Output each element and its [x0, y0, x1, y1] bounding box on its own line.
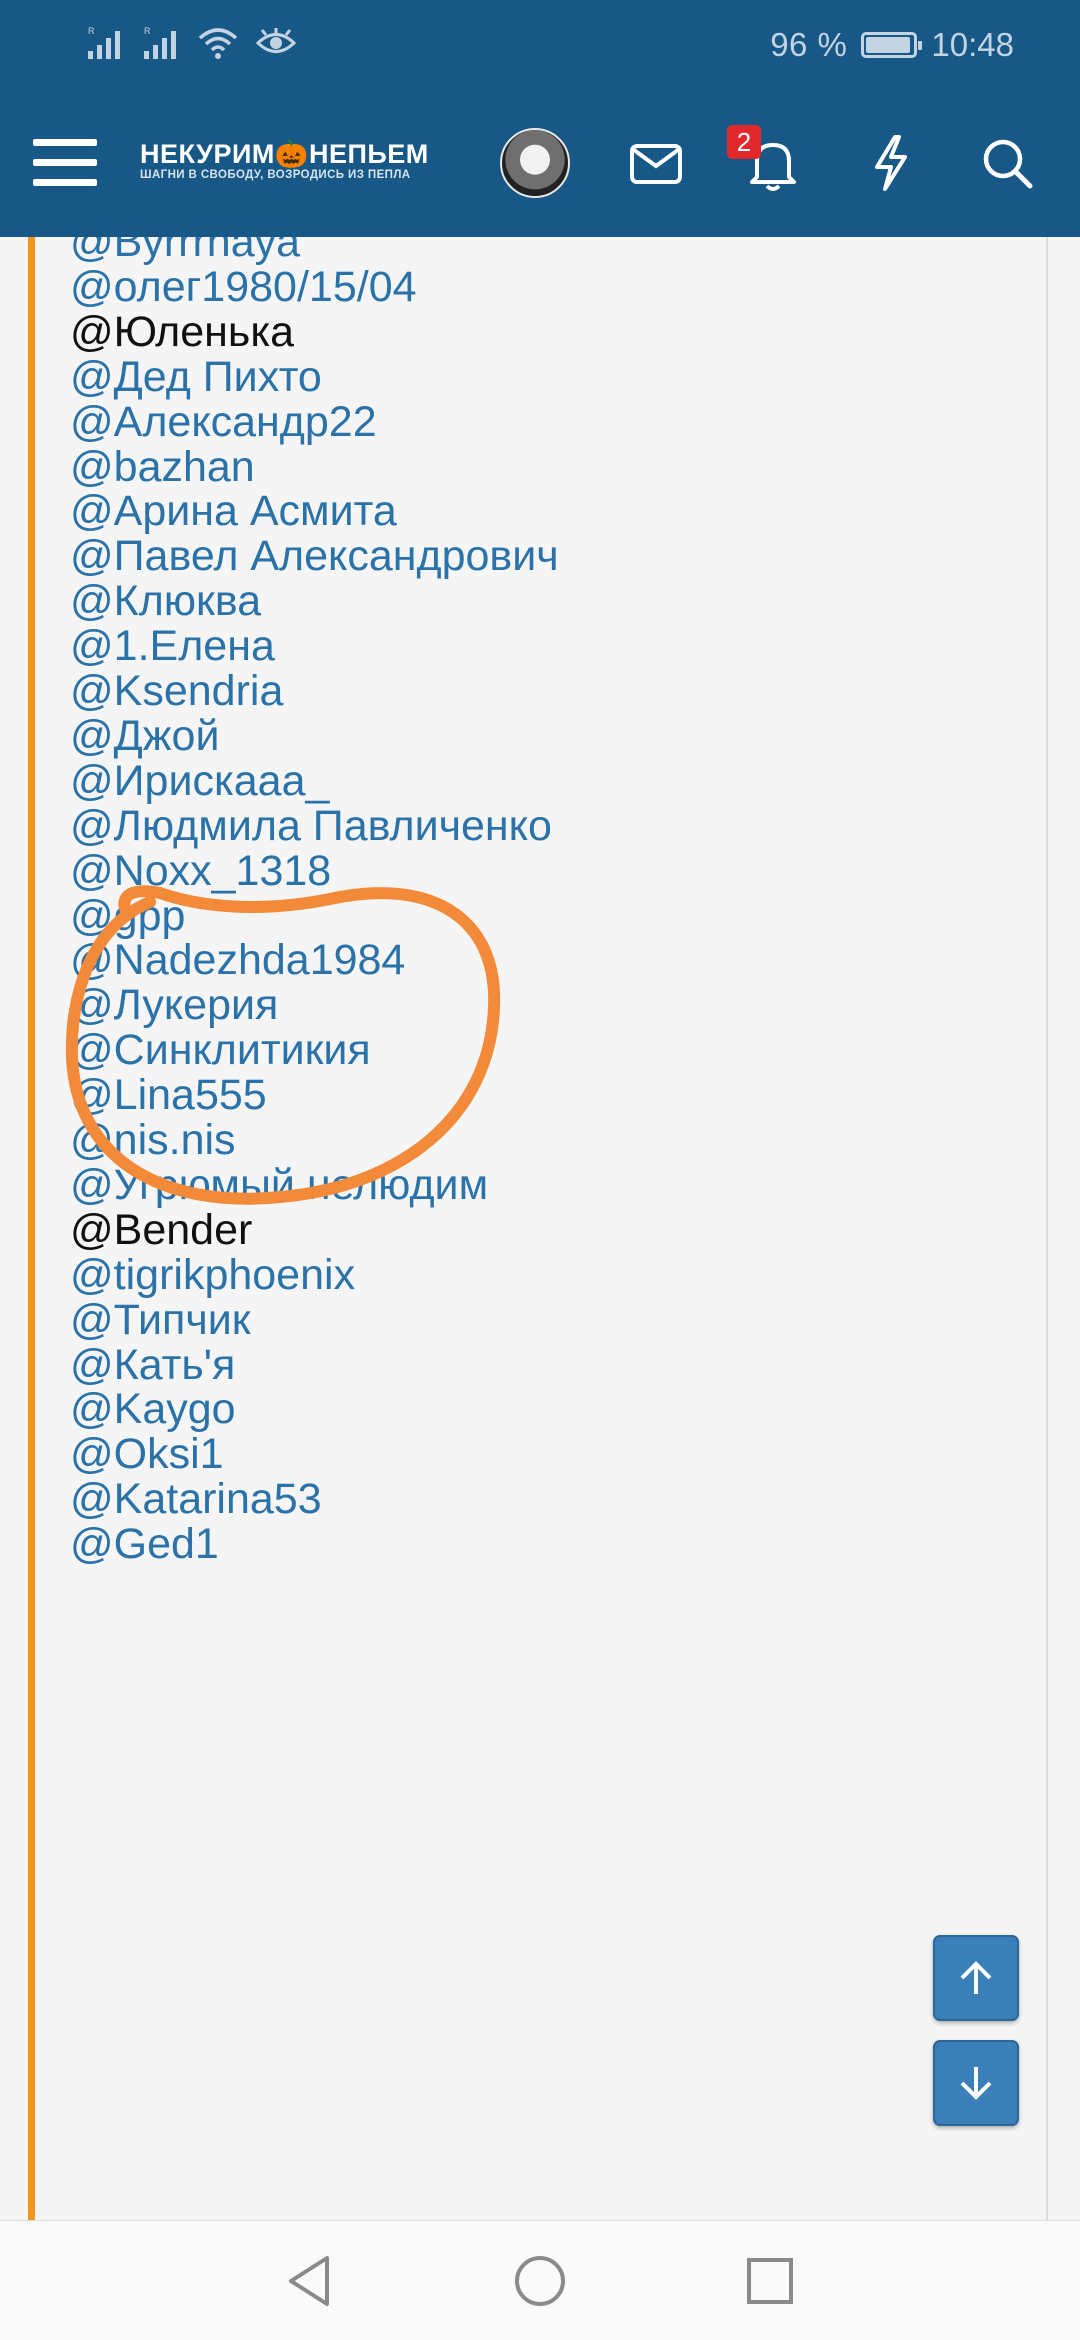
svg-text:R: R: [144, 26, 151, 36]
quote-bar: [28, 237, 35, 2220]
post-content: @Byrrrnaya @олег1980/15/04 @Юленька @Дед Пи…: [0, 237, 1080, 2220]
site-header: НЕКУРИМ🎃НЕПЬЕМ ШАГНИ В СВОБОДУ, ВОЗРОДИС…: [0, 90, 1080, 237]
search-icon: [983, 139, 1033, 189]
top-bar: R R 96 % 10:48 НЕКУРИМ🎃НЕПЬЕМ ШАГНИ В СВ…: [0, 0, 1080, 237]
content-border: [1046, 237, 1048, 2220]
logo-title: НЕКУРИМ🎃НЕПЬЕМ: [140, 139, 429, 169]
avatar[interactable]: [500, 128, 570, 198]
battery-percent: 96 %: [770, 26, 848, 63]
recents-button[interactable]: [740, 2251, 800, 2311]
eye-comfort-icon: [255, 27, 297, 63]
battery-fill: [866, 37, 911, 53]
bolt-icon: [875, 135, 907, 191]
wifi-icon: [198, 26, 238, 65]
inbox-button[interactable]: [620, 128, 692, 200]
logo-tagline: ШАГНИ В СВОБОДУ, ВОЗРОДИСЬ ИЗ ПЕПЛА: [140, 169, 411, 181]
system-navigation-bar: [0, 2220, 1080, 2340]
arrow-up-icon: [960, 1961, 992, 1994]
status-icons-left: R R: [86, 22, 297, 68]
status-bar: R R 96 % 10:48: [0, 0, 1080, 90]
mention-link[interactable]: @Ged1: [70, 1516, 219, 1572]
back-button[interactable]: [280, 2251, 340, 2311]
menu-button[interactable]: [30, 128, 100, 198]
signal-2-icon: R: [142, 25, 180, 66]
site-logo[interactable]: НЕКУРИМ🎃НЕПЬЕМ ШАГНИ В СВОБОДУ, ВОЗРОДИС…: [140, 140, 440, 190]
menu-icon: [33, 139, 97, 186]
scroll-to-top-button[interactable]: [933, 1935, 1019, 2021]
battery-icon: [861, 32, 923, 58]
recents-square-icon: [747, 2258, 793, 2304]
svg-text:R: R: [88, 26, 95, 36]
arrow-down-icon: [960, 2067, 992, 2100]
signal-1-icon: R: [86, 25, 124, 66]
mail-icon: [630, 144, 682, 184]
back-triangle-icon: [289, 2256, 329, 2306]
whats-new-button[interactable]: [856, 128, 926, 198]
notification-badge[interactable]: 2: [727, 125, 761, 159]
home-button[interactable]: [510, 2251, 570, 2311]
scroll-to-bottom-button[interactable]: [933, 2040, 1019, 2126]
status-icons-right: 96 % 10:48: [770, 22, 1014, 68]
clock: 10:48: [931, 26, 1014, 63]
search-button[interactable]: [972, 128, 1044, 200]
home-circle-icon: [515, 2256, 565, 2306]
